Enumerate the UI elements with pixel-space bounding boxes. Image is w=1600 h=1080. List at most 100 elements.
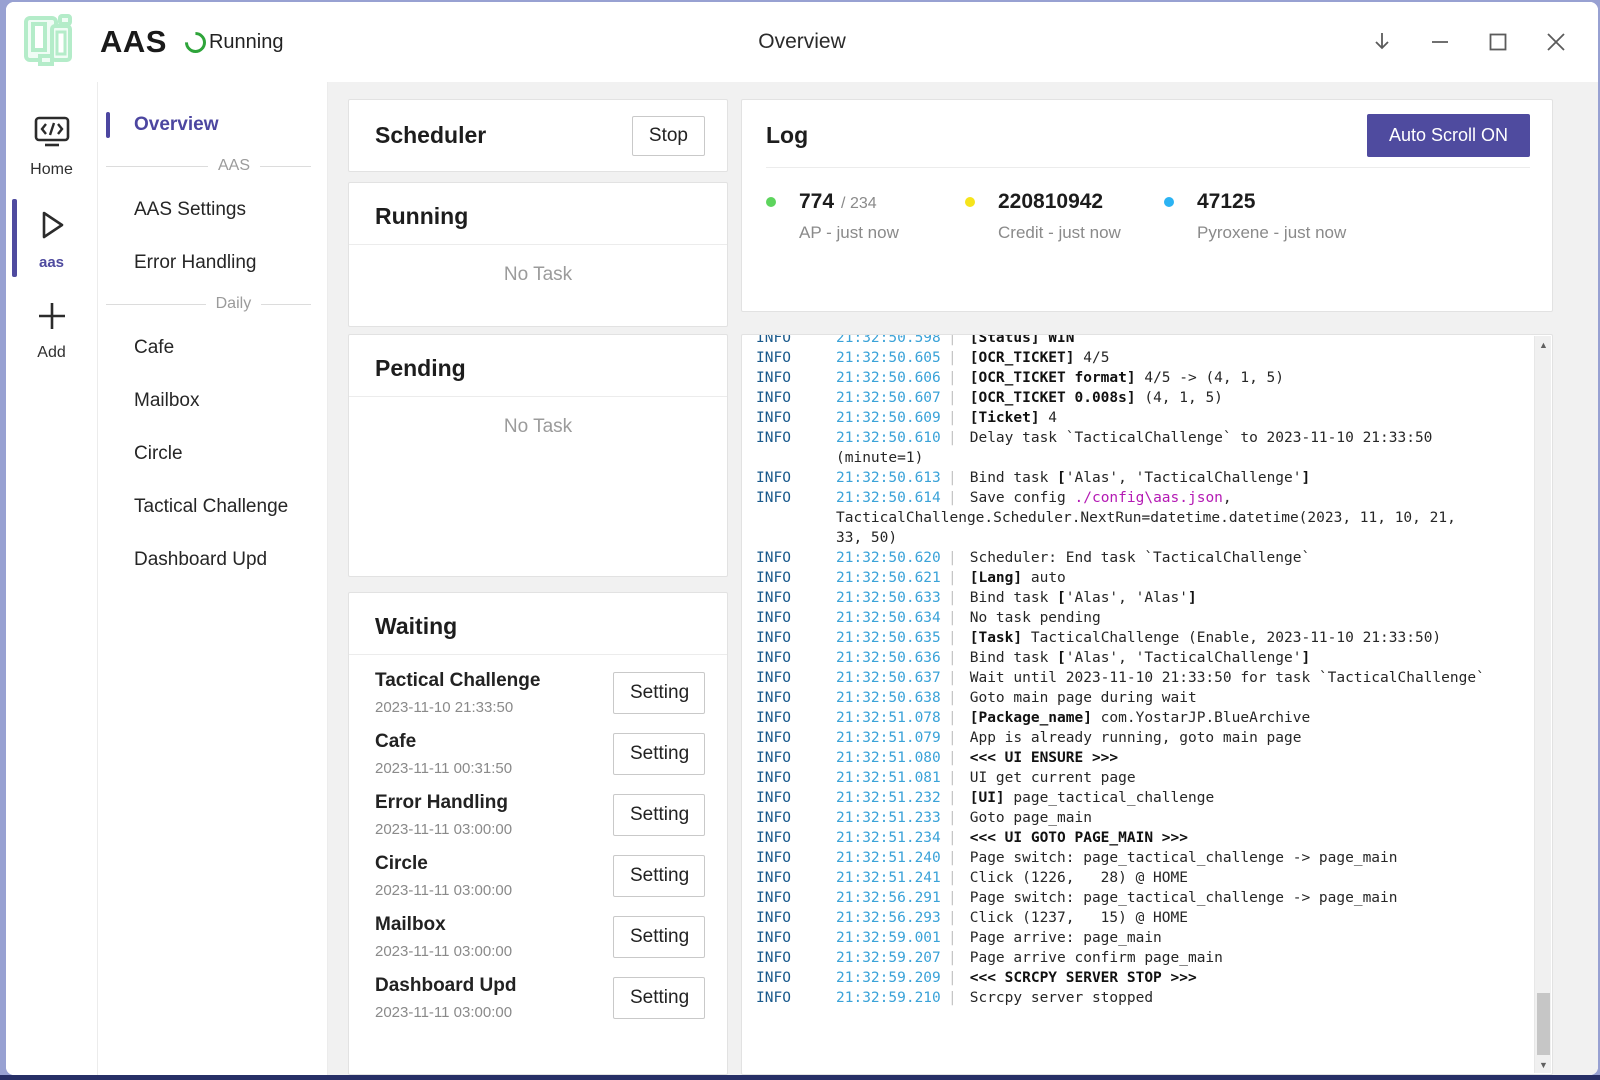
log-segment: <<< UI GOTO PAGE_MAIN >>>: [970, 830, 1188, 846]
nav-group-daily: Daily: [106, 295, 311, 313]
content-area: Scheduler Stop Running No Task Pending N…: [328, 82, 1598, 1075]
log-timestamp: 21:32:51.079: [836, 728, 948, 748]
stat-value-row: 774/ 234: [799, 190, 899, 214]
waiting-task-name: Dashboard Upd: [375, 975, 516, 997]
close-icon[interactable]: [1534, 20, 1578, 64]
waiting-task-next-run: 2023-11-11 03:00:00: [375, 882, 512, 899]
scheduler-status-text: Running: [209, 31, 284, 54]
log-message: Goto page_main: [970, 808, 1522, 828]
log-level: INFO: [756, 688, 836, 708]
waiting-task-info: Mailbox2023-11-11 03:00:00: [375, 914, 512, 960]
minimize-icon[interactable]: [1418, 20, 1462, 64]
rail-item-home[interactable]: Home: [6, 104, 97, 187]
log-level: INFO: [756, 608, 836, 628]
nav-item-dashboard-upd[interactable]: Dashboard Upd: [98, 539, 327, 581]
log-separator: |: [948, 628, 957, 648]
log-title: Log: [766, 122, 808, 149]
plus-icon: [35, 299, 69, 338]
log-message: UI get current page: [970, 768, 1522, 788]
scheduler-title: Scheduler: [375, 122, 486, 149]
setting-button[interactable]: Setting: [613, 794, 705, 836]
log-line: INFO21:32:56.293|Click (1237, 15) @ HOME: [756, 908, 1522, 928]
log-separator: |: [948, 708, 957, 728]
setting-button[interactable]: Setting: [613, 916, 705, 958]
log-console: INFO21:32:50.598|[Status] WININFO21:32:5…: [741, 334, 1553, 1075]
log-line: INFO21:32:51.232|[UI] page_tactical_chal…: [756, 788, 1522, 808]
log-level: INFO: [756, 648, 836, 668]
waiting-task-info: Tactical Challenge2023-11-10 21:33:50: [375, 670, 540, 716]
log-message: No task pending: [970, 608, 1522, 628]
setting-button[interactable]: Setting: [613, 855, 705, 897]
scheduler-column: Scheduler Stop Running No Task Pending N…: [348, 99, 728, 1075]
waiting-task-name: Error Handling: [375, 792, 512, 814]
scrollbar-thumb[interactable]: [1537, 993, 1550, 1055]
setting-button[interactable]: Setting: [613, 977, 705, 1019]
log-timestamp: 21:32:50.607: [836, 388, 948, 408]
log-message: <<< UI ENSURE >>>: [970, 748, 1522, 768]
nav-item-overview[interactable]: Overview: [98, 104, 327, 146]
update-download-icon[interactable]: [1360, 20, 1404, 64]
waiting-task-next-run: 2023-11-11 00:31:50: [375, 760, 512, 777]
log-line: INFO21:32:59.210|Scrcpy server stopped: [756, 988, 1522, 1008]
log-message: Scheduler: End task `TacticalChallenge`: [970, 548, 1522, 568]
setting-button[interactable]: Setting: [613, 672, 705, 714]
log-segment: Bind task: [970, 590, 1057, 606]
log-timestamp: 21:32:51.233: [836, 808, 948, 828]
waiting-task-row: Circle2023-11-11 03:00:00Setting: [349, 853, 727, 899]
waiting-task-row: Tactical Challenge2023-11-10 21:33:50 Set…: [349, 670, 727, 716]
log-timestamp: 21:32:50.621: [836, 568, 948, 588]
log-scrollbar[interactable]: ▲ ▼: [1534, 336, 1551, 1073]
log-separator: |: [948, 648, 957, 668]
log-timestamp: 21:32:51.241: [836, 868, 948, 888]
nav-item-cafe[interactable]: Cafe: [98, 327, 327, 369]
log-line: INFO21:32:51.078|[Package_name] com.Yost…: [756, 708, 1522, 728]
nav-item-error-handling[interactable]: Error Handling: [98, 242, 327, 284]
log-level: INFO: [756, 788, 836, 808]
stat-value-row: 220810942: [998, 190, 1121, 214]
rail-item-aas[interactable]: aas: [6, 197, 97, 279]
log-separator: |: [948, 388, 957, 408]
scroll-up-icon[interactable]: ▲: [1535, 336, 1552, 353]
scroll-down-icon[interactable]: ▼: [1535, 1056, 1552, 1073]
log-segment: 'Alas', 'Alas': [1066, 590, 1188, 606]
log-card: Log Auto Scroll ON 774/ 234 AP - just now…: [741, 99, 1553, 312]
nav-item-tactical-challenge[interactable]: Tactical Challenge: [98, 486, 327, 528]
log-message: <<< UI GOTO PAGE_MAIN >>>: [970, 828, 1522, 848]
log-segment: Scrcpy server stopped: [970, 990, 1153, 1006]
stat-credit: 220810942Credit - just now: [965, 190, 1164, 243]
log-segment: Page switch: page_tactical_challenge -> …: [970, 890, 1398, 906]
stat-label: AP - just now: [799, 223, 899, 243]
log-line: INFO21:32:50.635|[Task] TacticalChalleng…: [756, 628, 1522, 648]
log-segment: [Lang]: [970, 570, 1022, 586]
log-segment: <<< SCRCPY SERVER STOP >>>: [970, 970, 1197, 986]
log-separator: |: [948, 928, 957, 948]
stat-value: 220810942: [998, 190, 1103, 214]
log-separator: |: [948, 335, 957, 348]
log-message: [Task] TacticalChallenge (Enable, 2023-1…: [970, 628, 1522, 648]
auto-scroll-button[interactable]: Auto Scroll ON: [1367, 114, 1530, 157]
log-separator: |: [948, 848, 957, 868]
log-timestamp: 21:32:50.614: [836, 488, 948, 508]
log-level: INFO: [756, 568, 836, 588]
log-timestamp: 21:32:59.210: [836, 988, 948, 1008]
nav-item-aas-settings[interactable]: AAS Settings: [98, 189, 327, 231]
log-level: INFO: [756, 728, 836, 748]
log-message: Page arrive confirm page_main: [970, 948, 1522, 968]
log-level: INFO: [756, 428, 836, 448]
log-column: Log Auto Scroll ON 774/ 234 AP - just now…: [741, 99, 1553, 1075]
log-segment: [Package_name]: [970, 710, 1092, 726]
setting-button[interactable]: Setting: [613, 733, 705, 775]
stop-button[interactable]: Stop: [632, 116, 705, 156]
log-level: INFO: [756, 708, 836, 728]
log-level: INFO: [756, 808, 836, 828]
rail-item-add[interactable]: Add: [6, 289, 97, 370]
stat-ap: 774/ 234 AP - just now: [766, 190, 965, 243]
log-separator: |: [948, 608, 957, 628]
maximize-icon[interactable]: [1476, 20, 1520, 64]
play-icon: [34, 207, 70, 248]
nav-item-mailbox[interactable]: Mailbox: [98, 380, 327, 422]
log-level: INFO: [756, 668, 836, 688]
log-timestamp: 21:32:59.209: [836, 968, 948, 988]
nav-item-circle[interactable]: Circle: [98, 433, 327, 475]
log-segment: Click (1226, 28) @ HOME: [970, 870, 1188, 886]
